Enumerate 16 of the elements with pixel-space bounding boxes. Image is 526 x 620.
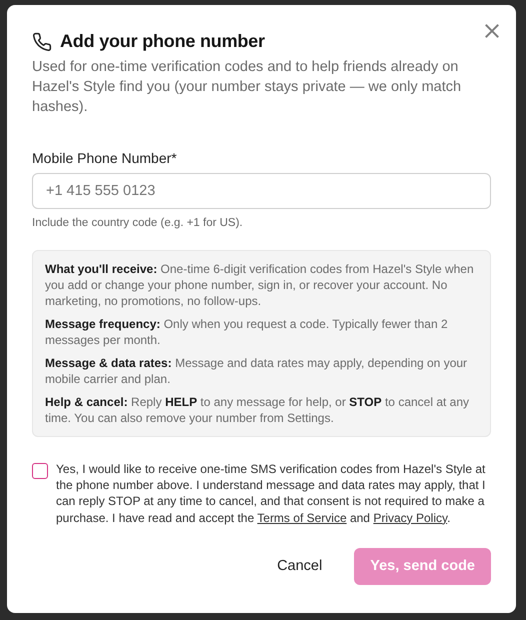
dialog-description: Used for one-time verification codes and to help friends already on Hazel's Style find you (your number stays private — we only match hashes). — [32, 58, 462, 117]
consent-text: Yes, I would like to receive one-time SMS verification codes from Hazel's Style at the phone number above. I understand message and data rates may apply, that I can reply STOP at any time to cancel, and that consent is not required to make a purchase. I have read and accept the Terms of Service and Privacy Policy. — [56, 460, 486, 526]
info-paragraph: What you'll receive: One-time 6-digit verification codes from Hazel's Style when you add or change your phone number, sign in, or recover your account. No marketing, no promotions, no follow-ups. — [45, 260, 475, 309]
info-paragraph: Help & cancel: Reply HELP to any message for help, or STOP to cancel at any time. You can also remove your number from Settings. — [45, 394, 470, 426]
dialog-title: Add your phone number — [60, 31, 265, 53]
field-hint: Include the country code (e.g. +1 for US). — [32, 216, 244, 231]
policy-link[interactable]: Privacy Policy — [373, 510, 448, 525]
info-paragraph: Message frequency: Only when you request a code. Typically fewer than 2 messages per month. — [45, 316, 449, 348]
phone-input[interactable]: +1 415 555 0123 — [32, 172, 491, 209]
consent-checkbox[interactable] — [32, 462, 48, 479]
info-paragraph: Message & data rates: Message and data rates may apply, depending on your mobile carrier and plan. — [45, 354, 468, 387]
field-label: Mobile Phone Number* — [32, 148, 178, 168]
close-button[interactable] — [484, 23, 500, 39]
policy-link[interactable]: Terms of Service — [257, 510, 347, 525]
phone-icon — [32, 32, 52, 52]
cancel-button[interactable]: Cancel — [261, 548, 338, 586]
